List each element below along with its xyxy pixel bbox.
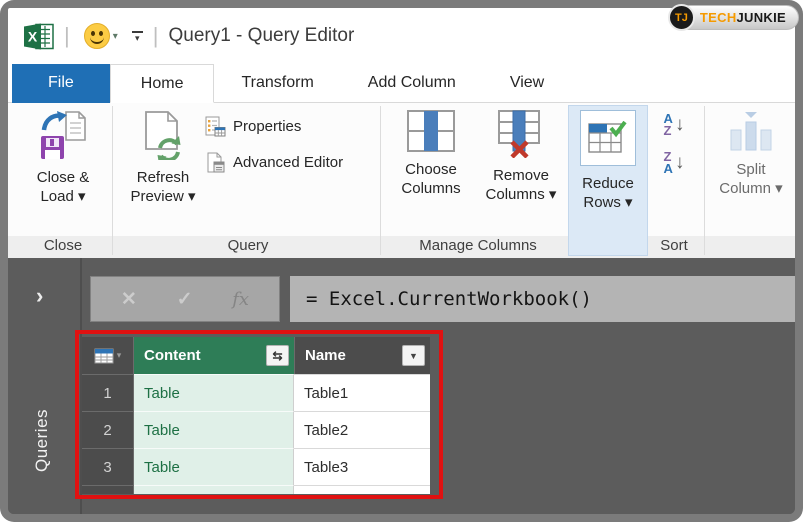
sort-az-bottom-letter: Z	[664, 125, 673, 137]
close-and-load-button[interactable]: Close & Load ▾	[18, 110, 108, 206]
choose-columns-label-line2: Columns	[401, 179, 460, 198]
partial-row	[82, 485, 430, 494]
remove-columns-button[interactable]: Remove Columns ▾	[474, 110, 568, 204]
choose-columns-label-line1: Choose	[405, 160, 457, 179]
name-cell[interactable]: Table2	[294, 411, 430, 448]
svg-text:X: X	[28, 28, 38, 44]
table-row: 3 Table Table3	[82, 448, 430, 485]
remove-columns-label-line2: Columns ▾	[486, 185, 557, 204]
reduce-rows-button[interactable]: Reduce Rows ▾	[568, 105, 648, 256]
arrow-down-icon: ↓	[675, 114, 685, 136]
tab-home[interactable]: Home	[110, 64, 215, 103]
reduce-rows-label-line2: Rows ▾	[582, 193, 634, 212]
fx-icon[interactable]: fx	[232, 289, 249, 310]
select-all-corner-button[interactable]: ▾	[82, 337, 134, 374]
expand-column-icon[interactable]: ⇆	[266, 345, 289, 366]
choose-columns-icon	[407, 110, 455, 152]
group-separator	[380, 106, 381, 255]
split-column-label-line1: Split	[736, 160, 765, 179]
name-cell[interactable]: Table3	[294, 448, 430, 485]
refresh-preview-button[interactable]: Refresh Preview ▾	[118, 110, 208, 206]
split-column-button[interactable]: Split Column ▾	[708, 110, 794, 198]
group-label-close: Close	[18, 236, 108, 258]
advanced-editor-button[interactable]: Advanced Editor	[205, 152, 343, 173]
grid-header-row: ▾ Content ⇆ Name ▼	[82, 337, 430, 374]
column-header-content[interactable]: Content ⇆	[134, 337, 294, 374]
red-highlight-annotation: ▾ Content ⇆ Name ▼ 1 Table	[75, 330, 443, 499]
techjunkie-logo-icon: TJ	[668, 4, 695, 31]
feedback-smiley-button[interactable]	[84, 23, 110, 49]
row-number[interactable]: 3	[82, 448, 134, 485]
close-load-label-line1: Close &	[37, 168, 90, 187]
refresh-icon	[140, 110, 186, 160]
tab-add-column[interactable]: Add Column	[341, 64, 483, 103]
ribbon-tab-strip: File Home Transform Add Column View	[8, 64, 795, 103]
table-icon	[94, 348, 114, 364]
group-label-sort: Sort	[648, 236, 700, 258]
cancel-icon[interactable]: ✕	[121, 288, 137, 311]
group-label-manage-columns: Manage Columns	[398, 236, 558, 258]
chevron-down-icon: ▾	[117, 350, 122, 361]
name-cell[interactable]: Table1	[294, 374, 430, 411]
data-preview-grid: ▾ Content ⇆ Name ▼ 1 Table	[82, 337, 430, 494]
smiley-dropdown-caret[interactable]: ▾	[113, 31, 118, 42]
table-row: 2 Table Table2	[82, 411, 430, 448]
row-number[interactable]: 1	[82, 374, 134, 411]
titlebar-separator: |	[153, 23, 159, 49]
sort-descending-button[interactable]: Z A ↓	[650, 151, 698, 175]
brand-junkie-text: JUNKIE	[737, 10, 786, 25]
advanced-editor-icon	[205, 152, 226, 173]
advanced-editor-label: Advanced Editor	[233, 154, 343, 171]
techjunkie-badge: TJ TECHJUNKIE	[668, 4, 799, 31]
table-row: 1 Table Table1	[82, 374, 430, 411]
arrow-down-icon: ↓	[675, 152, 685, 174]
group-separator	[112, 106, 113, 255]
close-load-icon	[39, 110, 87, 160]
split-column-icon	[728, 110, 774, 152]
refresh-label-line2: Preview ▾	[130, 187, 195, 206]
choose-columns-button[interactable]: Choose Columns	[388, 110, 474, 198]
properties-icon	[205, 116, 226, 137]
content-cell[interactable]: Table	[134, 374, 294, 411]
remove-columns-icon	[497, 110, 545, 158]
content-cell[interactable]: Table	[134, 448, 294, 485]
split-column-label-line2: Column ▾	[719, 179, 782, 198]
titlebar-separator: |	[64, 23, 70, 49]
sort-ascending-button[interactable]: A Z ↓	[650, 113, 698, 137]
reduce-rows-icon	[588, 121, 628, 155]
remove-columns-label-line1: Remove	[493, 166, 549, 185]
group-label-query: Query	[188, 236, 308, 258]
row-number[interactable]: 2	[82, 411, 134, 448]
query-editor-window: TJ TECHJUNKIE X | ▾ ▾ | Query1 - Query	[0, 0, 803, 522]
properties-label: Properties	[233, 118, 301, 135]
group-separator	[704, 106, 705, 255]
sort-za-bottom-letter: A	[664, 163, 673, 175]
content-cell[interactable]: Table	[134, 411, 294, 448]
tab-file[interactable]: File	[12, 64, 110, 103]
properties-button[interactable]: Properties	[205, 116, 301, 137]
tab-transform[interactable]: Transform	[214, 64, 340, 103]
preview-pane: › Queries ✕ ✓ fx = Excel.CurrentWorkbook…	[8, 258, 795, 514]
excel-app-icon: X	[24, 23, 54, 50]
close-load-label-line2: Load ▾	[40, 187, 85, 206]
chevron-down-icon: ▾	[135, 35, 140, 41]
column-header-name[interactable]: Name ▼	[294, 337, 430, 374]
filter-dropdown-icon[interactable]: ▼	[402, 345, 425, 366]
refresh-label-line1: Refresh	[137, 168, 190, 187]
customize-toolbar-button[interactable]: ▾	[132, 31, 143, 41]
tab-view[interactable]: View	[483, 64, 571, 103]
ribbon: Close & Load ▾ Refresh Preview ▾	[8, 103, 795, 258]
formula-input[interactable]: = Excel.CurrentWorkbook()	[290, 276, 795, 322]
expand-queries-pane-chevron[interactable]: ›	[36, 286, 43, 306]
brand-tech-text: TECH	[700, 10, 737, 25]
reduce-rows-label-line1: Reduce	[582, 174, 634, 193]
name-header-label: Name	[305, 347, 346, 364]
check-icon[interactable]: ✓	[177, 288, 193, 311]
formula-bar-buttons: ✕ ✓ fx	[90, 276, 280, 322]
content-header-label: Content	[144, 347, 201, 364]
queries-pane-tab[interactable]: Queries	[32, 332, 52, 472]
window-title: Query1 - Query Editor	[168, 25, 354, 47]
